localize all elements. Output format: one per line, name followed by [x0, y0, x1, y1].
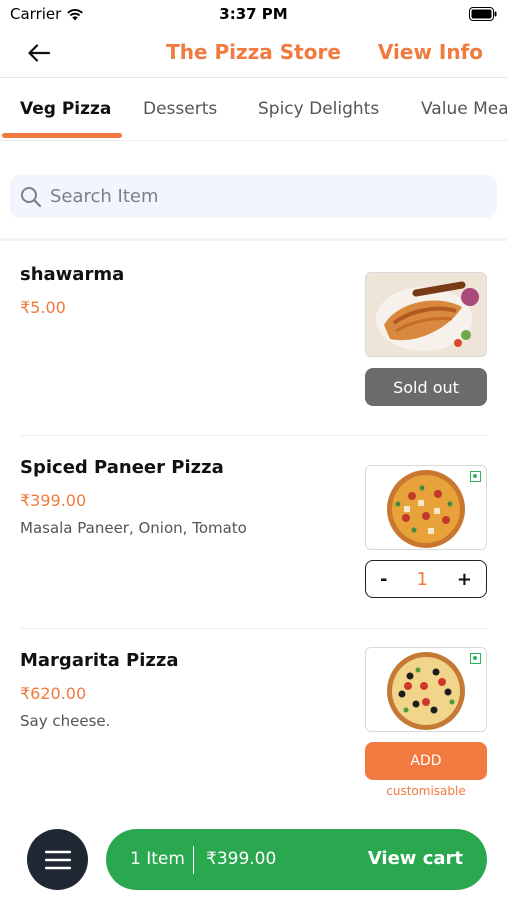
increment-button[interactable]: + [457, 569, 472, 590]
status-bar: Carrier 3:37 PM [0, 0, 507, 28]
veg-icon [470, 471, 481, 482]
view-cart-button[interactable]: View cart [368, 848, 463, 869]
tab-value-meals[interactable]: Value Meals [421, 99, 507, 119]
add-button[interactable]: ADD [365, 742, 487, 780]
item-price: ₹620.00 [20, 684, 87, 703]
sold-out-badge: Sold out [365, 368, 487, 406]
item-description: Masala Paneer, Onion, Tomato [20, 519, 247, 537]
category-tabs: Veg Pizza Desserts Spicy Delights Value … [0, 79, 507, 141]
active-tab-indicator [2, 133, 122, 138]
pizza-image [365, 647, 487, 732]
search-bar [10, 175, 497, 218]
veg-icon [470, 653, 481, 664]
tab-desserts[interactable]: Desserts [143, 99, 217, 119]
status-time: 3:37 PM [219, 5, 288, 23]
cart-item-count: 1 Item [130, 849, 185, 869]
search-icon [21, 186, 42, 207]
item-name: Margarita Pizza [20, 650, 179, 671]
decrement-button[interactable]: - [380, 569, 387, 590]
customisable-note: customisable [386, 784, 466, 798]
item-name: Spiced Paneer Pizza [20, 457, 224, 478]
item-name: shawarma [20, 264, 125, 285]
hamburger-menu-icon [44, 850, 71, 869]
shawarma-image [365, 272, 487, 357]
item-description: Say cheese. [20, 712, 111, 730]
menu-item-spiced-paneer-pizza: Spiced Paneer Pizza ₹399.00 Masala Panee… [0, 435, 507, 629]
cart-total: ₹399.00 [206, 849, 277, 869]
menu-button[interactable] [27, 829, 88, 890]
view-cart-bar[interactable]: 1 Item ₹399.00 View cart [106, 829, 487, 890]
tab-spicy-delights[interactable]: Spicy Delights [258, 99, 379, 119]
pizza-image [365, 465, 487, 550]
app-header: The Pizza Store View Info [0, 28, 507, 78]
item-price: ₹5.00 [20, 298, 66, 317]
search-input[interactable] [50, 186, 470, 207]
divider [0, 238, 507, 241]
divider [193, 846, 194, 874]
tab-veg-pizza[interactable]: Veg Pizza [20, 99, 111, 119]
item-price: ₹399.00 [20, 491, 87, 510]
battery-icon [469, 6, 497, 25]
quantity-value: 1 [416, 568, 428, 590]
menu-item-margarita-pizza: Margarita Pizza ₹620.00 Say cheese. ADD … [0, 628, 507, 822]
quantity-stepper: - 1 + [365, 560, 487, 598]
view-info-button[interactable]: View Info [378, 40, 483, 64]
menu-item-shawarma: shawarma ₹5.00 Sold out [0, 242, 507, 436]
